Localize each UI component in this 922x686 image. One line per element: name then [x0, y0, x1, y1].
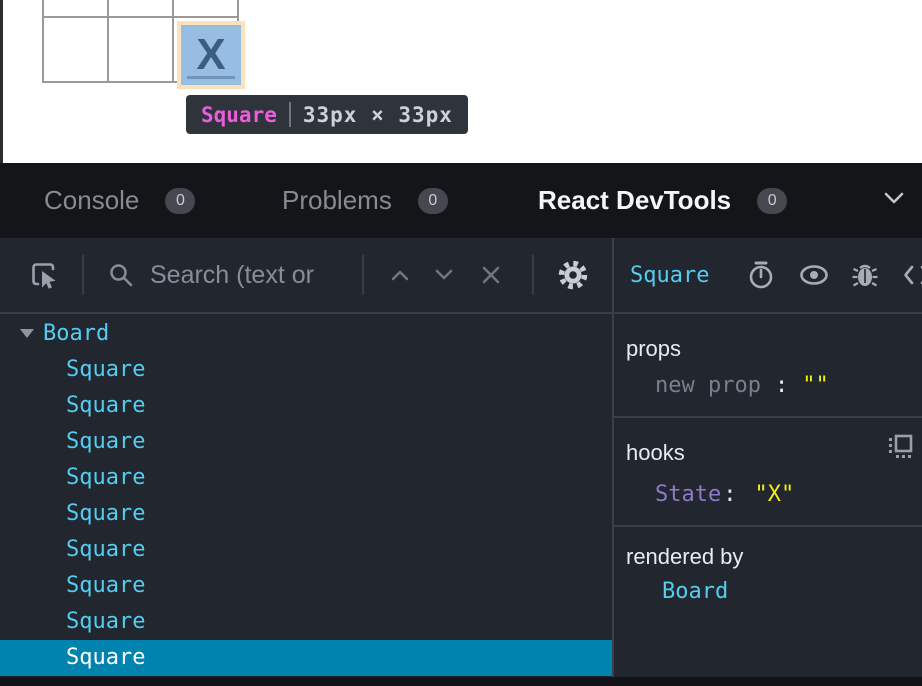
window-bottom-edge	[0, 677, 922, 686]
tree-item-board[interactable]: Board	[0, 316, 612, 352]
toolbar-left	[0, 238, 612, 312]
expander-triangle-icon[interactable]	[20, 329, 34, 338]
search-input[interactable]	[148, 260, 346, 291]
toolbar-right: Square	[614, 238, 922, 312]
prop-row: new prop: ""	[626, 373, 910, 398]
board-cell[interactable]	[43, 0, 108, 17]
rendered-by-row: Board	[626, 579, 910, 604]
tree-item-square[interactable]: Square	[0, 496, 612, 532]
settings-gear-icon[interactable]	[556, 258, 590, 292]
tree-item-label: Square	[66, 573, 145, 598]
tab-console-badge: 0	[165, 188, 195, 214]
inspect-element-icon[interactable]	[28, 259, 60, 291]
parse-hook-names-icon[interactable]	[886, 433, 914, 461]
tree-item-square[interactable]: Square	[0, 460, 612, 496]
square-x-label: X	[196, 30, 225, 80]
tree-item-label: Square	[66, 609, 145, 634]
tab-console[interactable]: Console 0	[44, 163, 195, 238]
rendered-by-title: rendered by	[626, 544, 910, 570]
props-section: props new prop: ""	[614, 314, 922, 418]
tab-console-label: Console	[44, 185, 139, 216]
clear-search-icon[interactable]	[480, 264, 502, 286]
tree-item-label: Square	[66, 645, 145, 670]
tab-problems-badge: 0	[418, 188, 448, 214]
separator: :	[775, 373, 788, 398]
highlight-border-line	[187, 76, 235, 79]
window-left-edge	[0, 0, 3, 163]
tree-item-label: Square	[66, 429, 145, 454]
devtools-window: X Square 33px × 33px Console 0 Problems …	[0, 0, 922, 686]
tree-item-label: Square	[66, 537, 145, 562]
tree-item-square[interactable]: Square	[0, 424, 612, 460]
view-source-code-icon[interactable]	[903, 263, 922, 287]
separator: :	[723, 482, 736, 507]
tab-problems-label: Problems	[282, 185, 392, 216]
react-devtools-main: Board Square Square Square Square Square…	[0, 312, 922, 686]
tree-item-square[interactable]: Square	[0, 568, 612, 604]
toolbar-divider	[362, 255, 364, 295]
react-devtools-toolbar: Square	[0, 238, 922, 312]
tree-item-square[interactable]: Square	[0, 352, 612, 388]
inspect-dom-eye-icon[interactable]	[799, 263, 829, 287]
hook-row: State: "X"	[626, 482, 910, 507]
component-details-panel: props new prop: "" hooks State: "X"	[614, 314, 922, 677]
tree-item-label: Board	[43, 321, 109, 346]
tree-item-label: Square	[66, 501, 145, 526]
tree-item-label: Square	[66, 357, 145, 382]
state-hook-value-field[interactable]: "X"	[754, 482, 794, 507]
new-prop-key-field[interactable]: new prop	[655, 373, 761, 398]
tree-item-square-selected[interactable]: Square	[0, 640, 612, 676]
toolbar-divider	[82, 255, 84, 295]
devtools-tabbar: Console 0 Problems 0 React DevTools 0	[0, 163, 922, 238]
tab-react-devtools-label: React DevTools	[538, 185, 731, 216]
tree-item-square[interactable]: Square	[0, 532, 612, 568]
page-preview: X Square 33px × 33px	[0, 0, 922, 163]
search-icon	[108, 262, 134, 288]
board-cell[interactable]	[108, 0, 173, 17]
inspect-highlight-padding: X	[177, 21, 245, 89]
inspect-tooltip: Square 33px × 33px	[186, 95, 468, 134]
log-bug-icon[interactable]	[851, 261, 879, 289]
tree-item-square[interactable]: Square	[0, 388, 612, 424]
toolbar-divider	[532, 255, 534, 295]
tab-react-devtools-badge: 0	[757, 188, 787, 214]
tree-item-label: Square	[66, 393, 145, 418]
tooltip-dimensions: 33px × 33px	[303, 103, 453, 127]
tab-problems[interactable]: Problems 0	[282, 163, 448, 238]
tab-react-devtools[interactable]: React DevTools 0	[538, 163, 787, 238]
chevron-down-icon[interactable]	[884, 191, 904, 205]
selected-component-name: Square	[630, 263, 709, 288]
board-cell[interactable]	[108, 17, 173, 82]
new-prop-value-field[interactable]: ""	[802, 373, 829, 398]
chevron-up-icon[interactable]	[388, 266, 412, 284]
hooks-section: hooks State: "X"	[614, 418, 922, 527]
tree-item-square[interactable]: Square	[0, 604, 612, 640]
tree-item-label: Square	[66, 465, 145, 490]
inspect-highlight-content[interactable]: X	[181, 25, 241, 85]
board-cell[interactable]	[173, 0, 238, 17]
board-cell[interactable]	[43, 17, 108, 82]
chevron-down-icon[interactable]	[432, 266, 456, 284]
hooks-title: hooks	[626, 440, 910, 466]
tooltip-component-name: Square	[201, 103, 277, 127]
tooltip-divider	[289, 102, 291, 127]
rendered-by-section: rendered by Board	[614, 527, 922, 622]
component-tree: Board Square Square Square Square Square…	[0, 314, 612, 686]
rendered-by-board-link[interactable]: Board	[662, 579, 728, 604]
props-title: props	[626, 336, 910, 362]
state-hook-key: State	[655, 482, 721, 507]
suspend-timer-icon[interactable]	[747, 260, 775, 290]
panel-divider[interactable]	[612, 238, 614, 677]
